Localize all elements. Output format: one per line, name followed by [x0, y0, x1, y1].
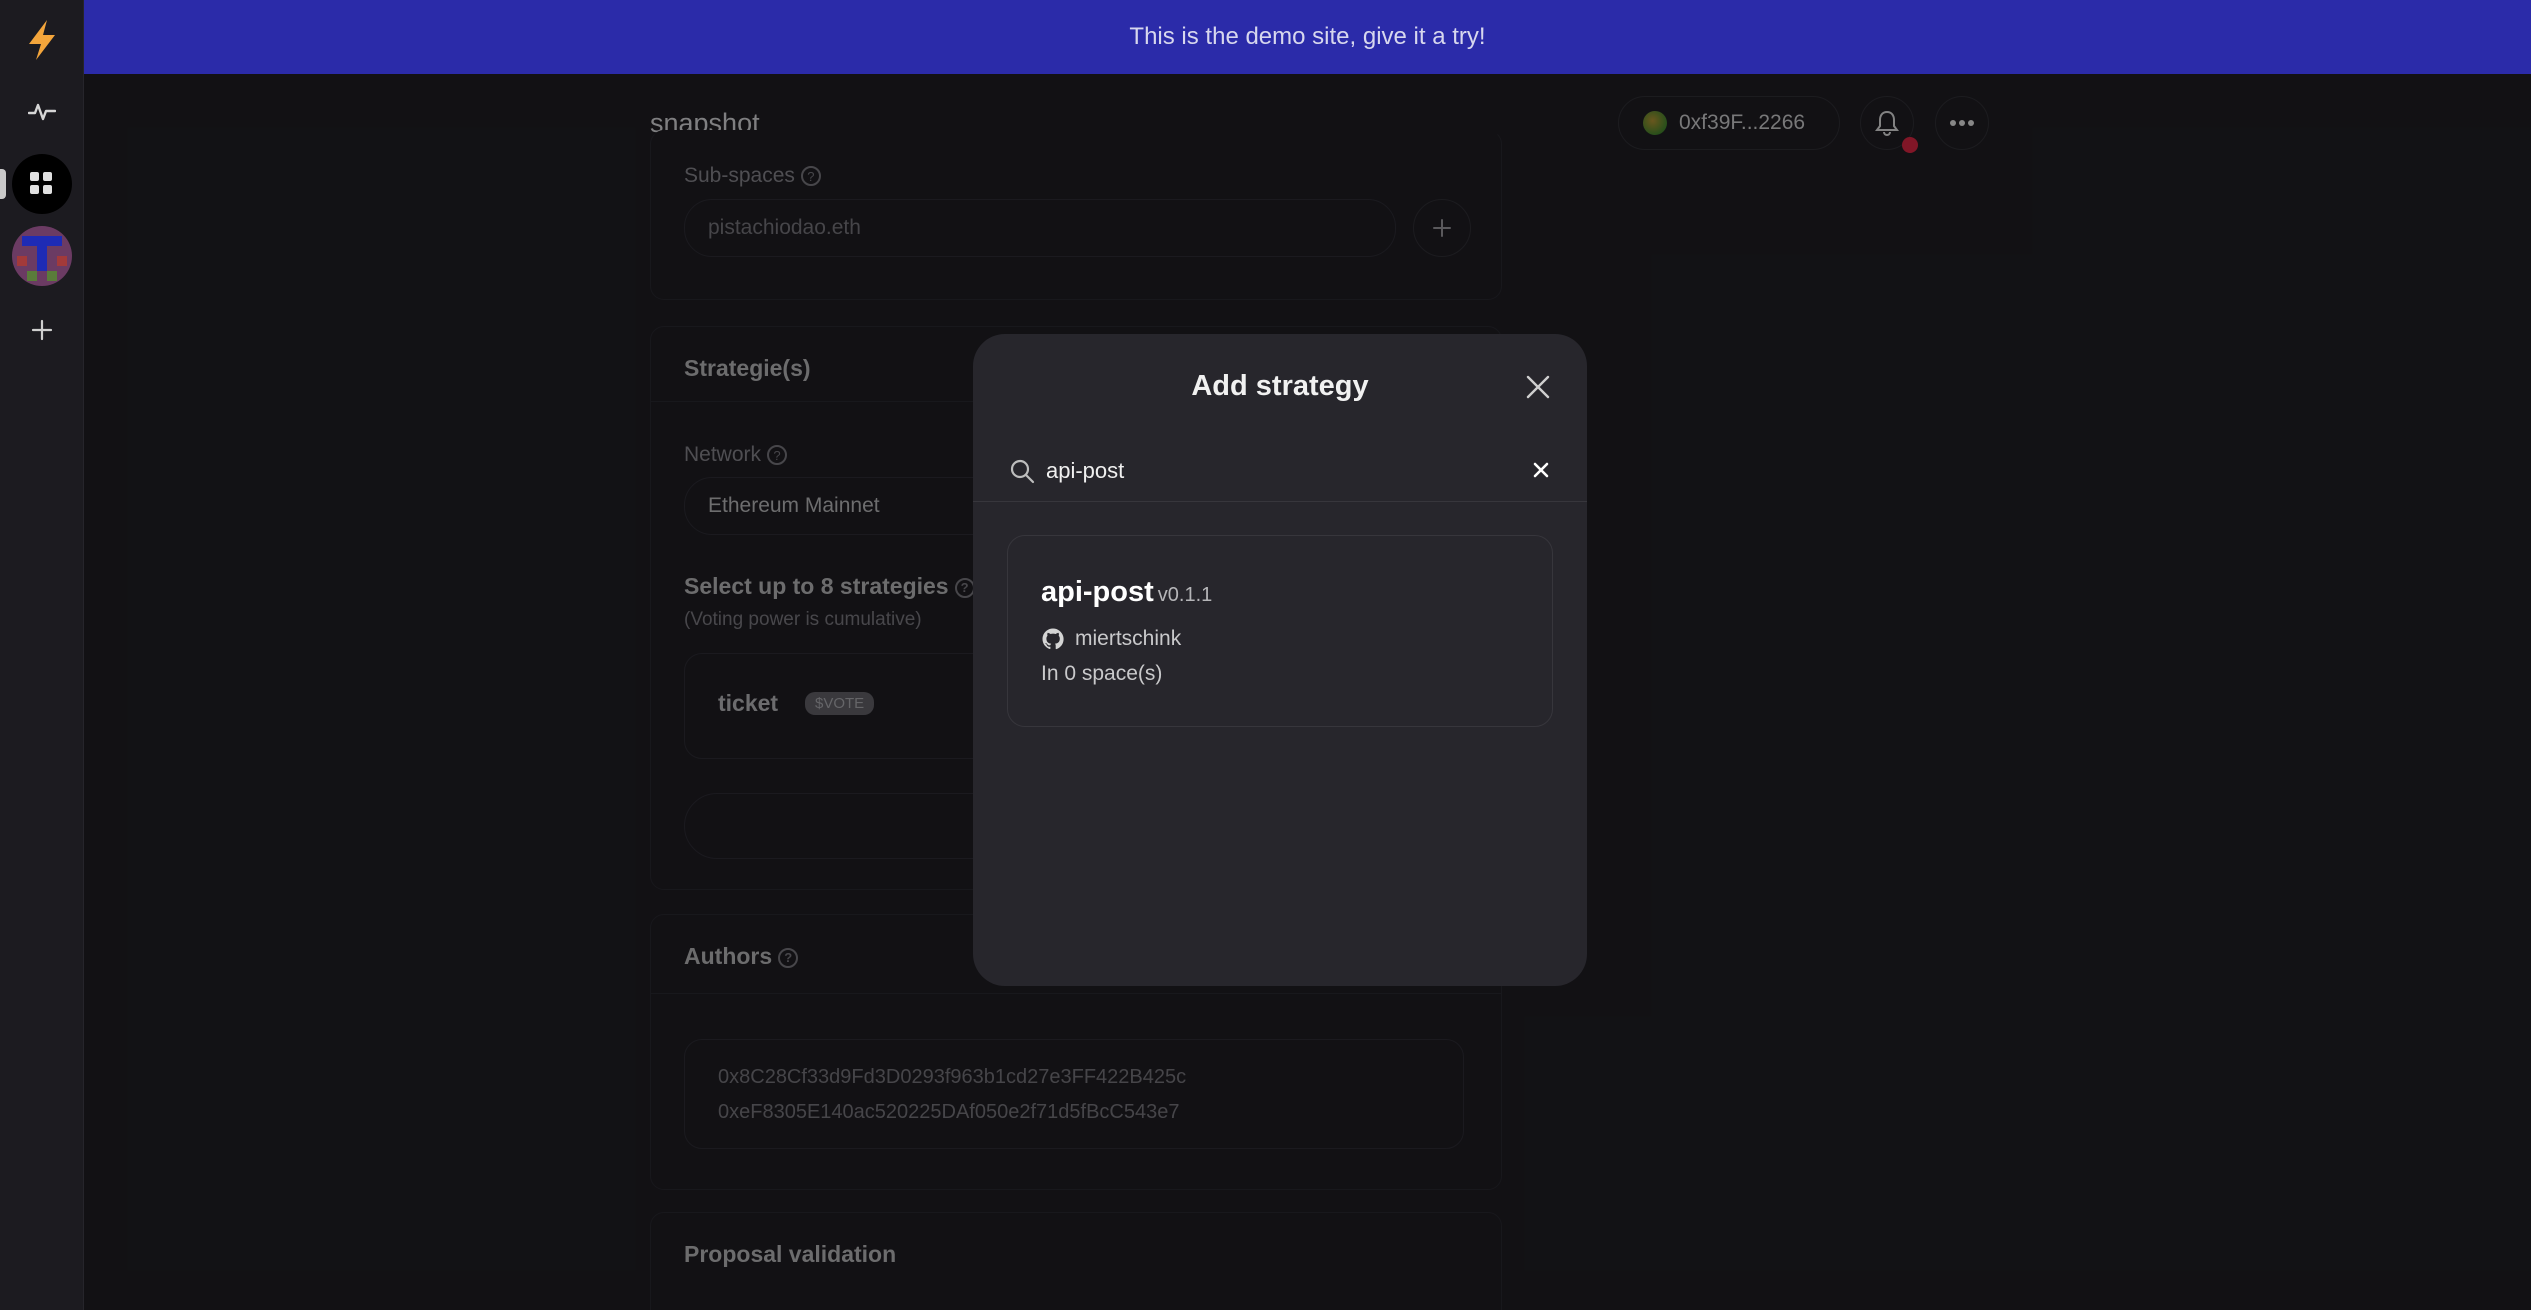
- search-input[interactable]: api-post: [1046, 458, 1124, 484]
- spaces-grid-icon[interactable]: [12, 154, 72, 214]
- result-spaces: In 0 space(s): [1041, 662, 1163, 685]
- demo-banner: This is the demo site, give it a try!: [84, 0, 2531, 74]
- add-space-button[interactable]: [12, 300, 72, 360]
- add-strategy-modal: Add strategy api-post api-post v0.1.1 mie…: [973, 334, 1587, 986]
- result-author[interactable]: miertschink: [1075, 627, 1181, 651]
- space-avatar[interactable]: [12, 226, 72, 286]
- demo-banner-text: This is the demo site, give it a try!: [1129, 23, 1486, 50]
- snapshot-logo-icon[interactable]: [12, 10, 72, 70]
- strategy-result-card[interactable]: api-post v0.1.1 miertschink In 0 space(s): [1007, 535, 1553, 727]
- result-version: v0.1.1: [1157, 584, 1213, 606]
- activity-icon[interactable]: [12, 82, 72, 142]
- sidebar-active-indicator: [0, 169, 6, 199]
- strategy-search: api-post: [973, 438, 1587, 502]
- close-icon[interactable]: [1523, 372, 1553, 402]
- clear-search-icon[interactable]: [1533, 457, 1549, 485]
- modal-title: Add strategy: [1191, 370, 1369, 402]
- github-icon: [1042, 628, 1064, 650]
- sidebar: [0, 0, 84, 1310]
- result-name: api-post: [1041, 576, 1154, 608]
- search-icon: [1009, 458, 1035, 489]
